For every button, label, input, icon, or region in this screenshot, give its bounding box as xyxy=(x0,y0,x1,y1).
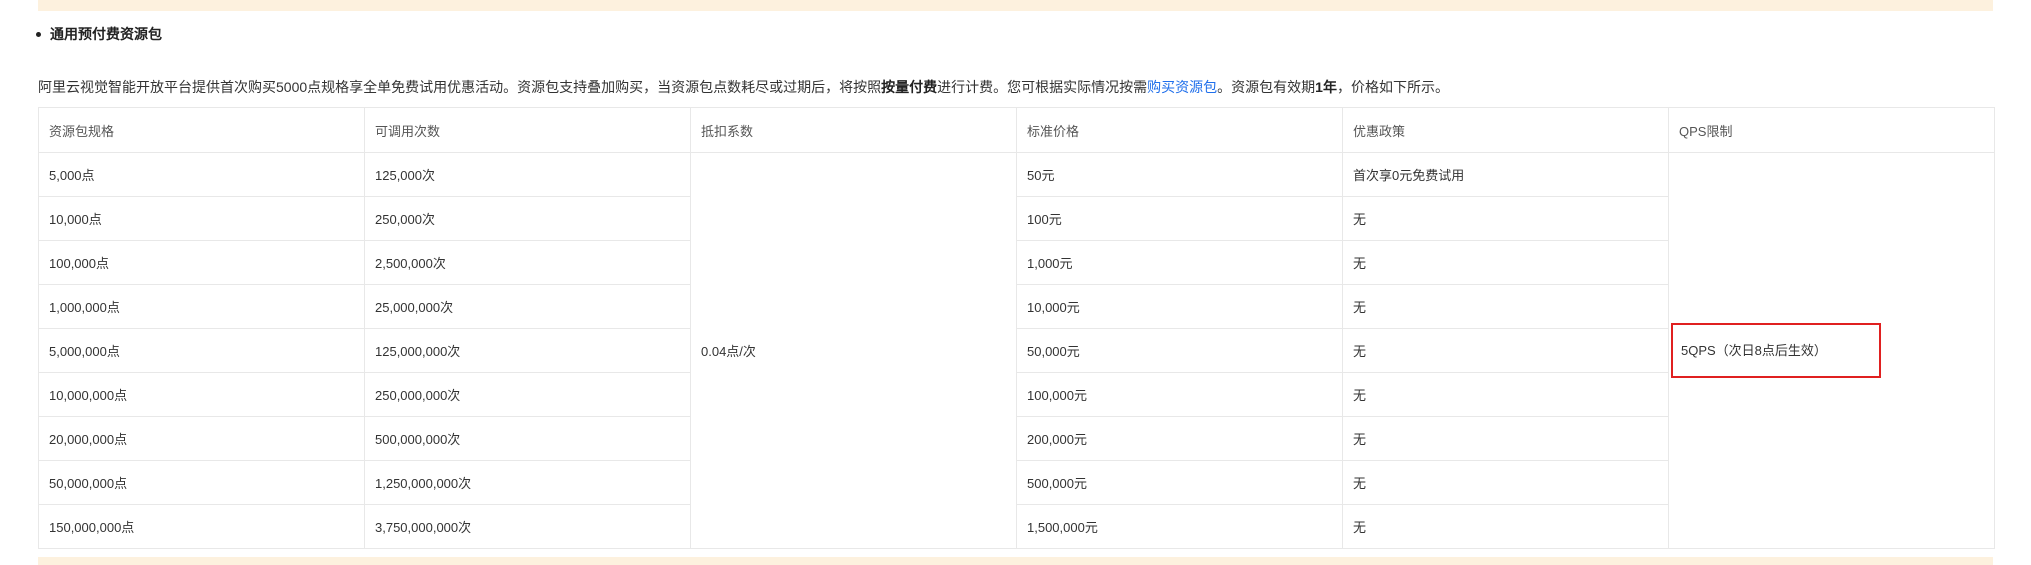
calls-cell: 2,500,000次 xyxy=(364,240,691,285)
header-cell-qps: QPS限制 xyxy=(1668,107,1995,153)
price-cell: 100元 xyxy=(1016,196,1343,241)
policy-cell: 无 xyxy=(1342,240,1669,285)
intro-text: 进行计费。您可根据实际情况按需 xyxy=(937,79,1148,95)
table-row: 5,000点 125,000次 0.04点/次 50元 首次享0元免费试用 5Q… xyxy=(38,152,1995,549)
policy-cell: 无 xyxy=(1342,284,1669,329)
header-cell-price: 标准价格 xyxy=(1016,107,1343,153)
calls-cell: 250,000次 xyxy=(364,196,691,241)
price-cell: 200,000元 xyxy=(1016,416,1343,461)
table-header-row: 资源包规格 可调用次数 抵扣系数 标准价格 优惠政策 QPS限制 xyxy=(38,107,1995,153)
spec-cell: 20,000,000点 xyxy=(38,416,365,461)
calls-cell: 1,250,000,000次 xyxy=(364,460,691,505)
calls-cell: 125,000,000次 xyxy=(364,328,691,373)
spec-cell: 50,000,000点 xyxy=(38,460,365,505)
qps-cell: 5QPS（次日8点后生效） xyxy=(1668,152,1995,549)
policy-cell: 无 xyxy=(1342,328,1669,373)
bottom-notice-banner xyxy=(38,557,1993,565)
price-cell: 1,000元 xyxy=(1016,240,1343,285)
policy-cell: 无 xyxy=(1342,372,1669,417)
spec-cell: 5,000点 xyxy=(38,152,365,197)
price-cell: 500,000元 xyxy=(1016,460,1343,505)
spec-cell: 10,000,000点 xyxy=(38,372,365,417)
header-cell-calls: 可调用次数 xyxy=(364,107,691,153)
price-cell: 1,500,000元 xyxy=(1016,504,1343,549)
policy-cell: 首次享0元免费试用 xyxy=(1342,152,1669,197)
price-cell: 10,000元 xyxy=(1016,284,1343,329)
spec-cell: 1,000,000点 xyxy=(38,284,365,329)
qps-highlight-box: 5QPS（次日8点后生效） xyxy=(1671,323,1881,378)
calls-cell: 3,750,000,000次 xyxy=(364,504,691,549)
policy-cell: 无 xyxy=(1342,196,1669,241)
spec-cell: 5,000,000点 xyxy=(38,328,365,373)
spec-cell: 100,000点 xyxy=(38,240,365,285)
price-cell: 50元 xyxy=(1016,152,1343,197)
calls-cell: 25,000,000次 xyxy=(364,284,691,329)
section-title: 通用预付费资源包 xyxy=(50,26,162,42)
spec-cell: 150,000,000点 xyxy=(38,504,365,549)
calls-cell: 125,000次 xyxy=(364,152,691,197)
bullet-icon xyxy=(36,31,41,37)
package-price-table: 资源包规格 可调用次数 抵扣系数 标准价格 优惠政策 QPS限制 5,000点 … xyxy=(38,107,1995,549)
validity-emphasis: 1年 xyxy=(1315,79,1337,95)
calls-cell: 250,000,000次 xyxy=(364,372,691,417)
intro-text: 。资源包有效期 xyxy=(1217,79,1316,95)
intro-text: ，价格如下所示。 xyxy=(1336,79,1449,95)
deduction-cell: 0.04点/次 xyxy=(690,152,1017,549)
price-cell: 50,000元 xyxy=(1016,328,1343,373)
pay-as-you-go-emphasis: 按量付费 xyxy=(881,79,938,95)
calls-cell: 500,000,000次 xyxy=(364,416,691,461)
top-notice-banner xyxy=(38,0,1993,11)
header-cell-spec: 资源包规格 xyxy=(38,107,365,153)
price-cell: 100,000元 xyxy=(1016,372,1343,417)
header-cell-policy: 优惠政策 xyxy=(1342,107,1669,153)
policy-cell: 无 xyxy=(1342,416,1669,461)
policy-cell: 无 xyxy=(1342,460,1669,505)
header-cell-deduction: 抵扣系数 xyxy=(690,107,1017,153)
spec-cell: 10,000点 xyxy=(38,196,365,241)
intro-paragraph: 阿里云视觉智能开放平台提供首次购买5000点规格享全单免费试用优惠活动。资源包支… xyxy=(38,76,1449,98)
section-heading: 通用预付费资源包 xyxy=(36,22,162,46)
policy-cell: 无 xyxy=(1342,504,1669,549)
buy-package-link[interactable]: 购买资源包 xyxy=(1147,79,1217,95)
intro-text: 阿里云视觉智能开放平台提供首次购买5000点规格享全单免费试用优惠活动。资源包支… xyxy=(38,79,882,95)
